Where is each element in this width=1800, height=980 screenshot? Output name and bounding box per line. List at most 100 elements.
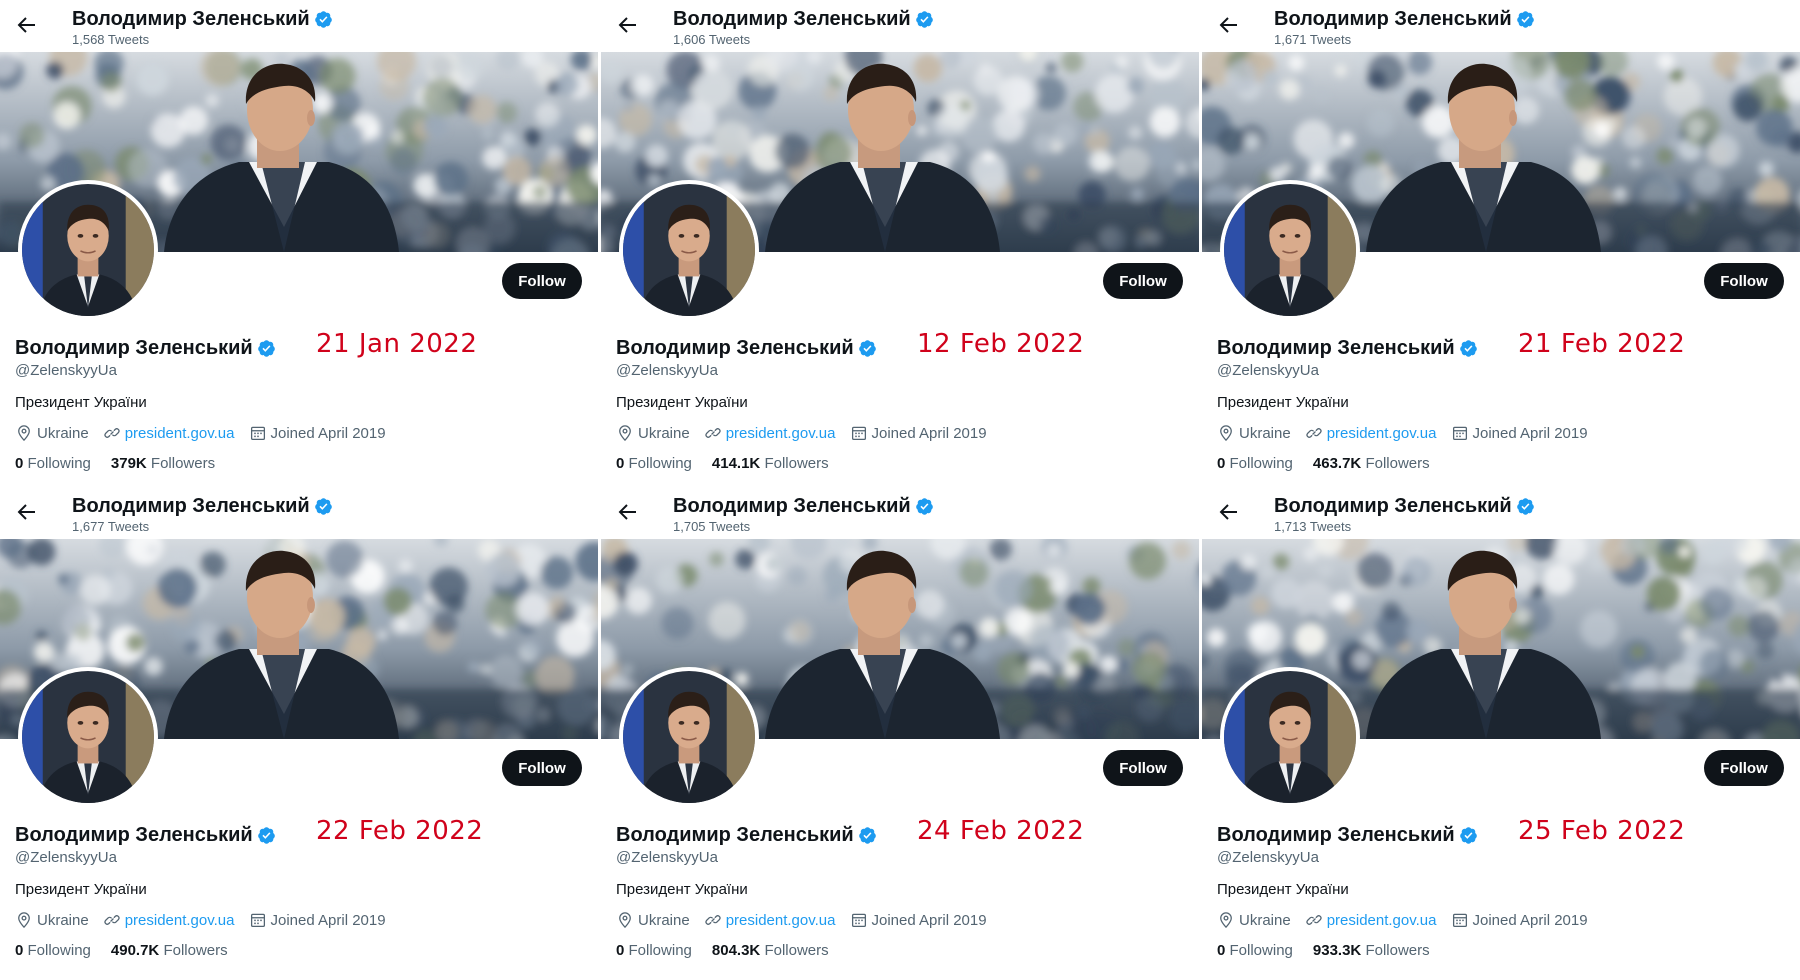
profile-panel-1: Володимир Зеленський 1,568 Tweets Follow… bbox=[0, 0, 598, 480]
tweet-count: 1,705 Tweets bbox=[673, 519, 751, 534]
date-annotation: 21 Jan 2022 bbox=[316, 329, 478, 359]
followers-count: 933.3K bbox=[1312, 942, 1362, 959]
header-name-text: Володимир Зеленський bbox=[673, 495, 911, 517]
follow-button[interactable]: Follow bbox=[1704, 750, 1784, 786]
verified-badge-icon bbox=[1459, 826, 1478, 845]
header-name: Володимир Зеленський bbox=[1274, 8, 1535, 31]
website-item[interactable]: president.gov.ua bbox=[1305, 424, 1437, 442]
following-label: Following bbox=[27, 942, 91, 959]
follow-button[interactable]: Follow bbox=[1103, 263, 1183, 299]
joined-text: Joined April 2019 bbox=[270, 424, 386, 442]
following-stat[interactable]: 0 Following bbox=[15, 455, 91, 472]
website-item[interactable]: president.gov.ua bbox=[704, 424, 836, 442]
profile-name-text: Володимир Зеленський bbox=[15, 337, 253, 359]
profile-bio: Президент України bbox=[616, 394, 748, 411]
profile-meta: Ukraine president.gov.ua Joined April 20… bbox=[15, 424, 400, 442]
verified-badge-icon bbox=[1516, 10, 1535, 29]
header-name: Володимир Зеленський bbox=[72, 495, 333, 518]
avatar[interactable] bbox=[18, 180, 158, 320]
followers-stat[interactable]: 804.3K Followers bbox=[712, 942, 829, 959]
website-link[interactable]: president.gov.ua bbox=[726, 912, 836, 929]
followers-stat[interactable]: 414.1K Followers bbox=[712, 455, 829, 472]
website-link[interactable]: president.gov.ua bbox=[1327, 425, 1437, 442]
avatar[interactable] bbox=[1220, 667, 1360, 807]
following-label: Following bbox=[1229, 455, 1293, 472]
avatar[interactable] bbox=[619, 667, 759, 807]
joined-item: Joined April 2019 bbox=[249, 424, 386, 442]
back-arrow-icon[interactable] bbox=[1216, 500, 1240, 524]
website-link[interactable]: president.gov.ua bbox=[125, 912, 235, 929]
following-stat[interactable]: 0 Following bbox=[1217, 942, 1293, 959]
calendar-icon bbox=[850, 911, 868, 929]
calendar-icon bbox=[1451, 424, 1469, 442]
follow-button[interactable]: Follow bbox=[1704, 263, 1784, 299]
following-label: Following bbox=[628, 455, 692, 472]
following-stat[interactable]: 0 Following bbox=[616, 942, 692, 959]
profile-handle: @ZelenskyyUa bbox=[616, 849, 718, 866]
back-arrow-icon[interactable] bbox=[14, 13, 38, 37]
profile-name: Володимир Зеленський bbox=[15, 337, 276, 360]
followers-count: 463.7K bbox=[1312, 455, 1362, 472]
location-item: Ukraine bbox=[15, 911, 89, 929]
website-item[interactable]: president.gov.ua bbox=[103, 424, 235, 442]
verified-badge-icon bbox=[257, 826, 276, 845]
profile-handle: @ZelenskyyUa bbox=[1217, 362, 1319, 379]
following-stat[interactable]: 0 Following bbox=[616, 455, 692, 472]
profile-meta: Ukraine president.gov.ua Joined April 20… bbox=[15, 911, 400, 929]
followers-stat[interactable]: 379K Followers bbox=[111, 455, 215, 472]
location-text: Ukraine bbox=[638, 424, 690, 442]
profile-panel-4: Володимир Зеленський 1,677 Tweets Follow… bbox=[0, 487, 598, 967]
followers-count: 490.7K bbox=[110, 942, 160, 959]
website-link[interactable]: president.gov.ua bbox=[125, 425, 235, 442]
website-link[interactable]: president.gov.ua bbox=[726, 425, 836, 442]
website-item[interactable]: president.gov.ua bbox=[1305, 911, 1437, 929]
verified-badge-icon bbox=[858, 339, 877, 358]
follow-button[interactable]: Follow bbox=[1103, 750, 1183, 786]
followers-stat[interactable]: 490.7K Followers bbox=[111, 942, 228, 959]
followers-stat[interactable]: 463.7K Followers bbox=[1313, 455, 1430, 472]
joined-text: Joined April 2019 bbox=[1472, 911, 1588, 929]
joined-item: Joined April 2019 bbox=[1451, 911, 1588, 929]
back-arrow-icon[interactable] bbox=[615, 13, 639, 37]
back-arrow-icon[interactable] bbox=[1216, 13, 1240, 37]
header-name: Володимир Зеленський bbox=[1274, 495, 1535, 518]
following-stat[interactable]: 0 Following bbox=[15, 942, 91, 959]
profile-panel-2: Володимир Зеленський 1,606 Tweets Follow… bbox=[601, 0, 1199, 480]
profile-name: Володимир Зеленський bbox=[1217, 337, 1478, 360]
location-pin-icon bbox=[616, 424, 634, 442]
following-count: 0 bbox=[1217, 455, 1226, 472]
profile-meta: Ukraine president.gov.ua Joined April 20… bbox=[616, 424, 1001, 442]
follow-button[interactable]: Follow bbox=[502, 263, 582, 299]
verified-badge-icon bbox=[915, 497, 934, 516]
website-link[interactable]: president.gov.ua bbox=[1327, 912, 1437, 929]
location-text: Ukraine bbox=[1239, 911, 1291, 929]
header-name: Володимир Зеленський bbox=[673, 8, 934, 31]
tweet-count: 1,713 Tweets bbox=[1274, 519, 1352, 534]
avatar[interactable] bbox=[619, 180, 759, 320]
website-item[interactable]: president.gov.ua bbox=[103, 911, 235, 929]
link-icon bbox=[704, 911, 722, 929]
back-arrow-icon[interactable] bbox=[14, 500, 38, 524]
avatar[interactable] bbox=[18, 667, 158, 807]
website-item[interactable]: president.gov.ua bbox=[704, 911, 836, 929]
location-item: Ukraine bbox=[1217, 424, 1291, 442]
follow-stats: 0 Following 463.7K Followers bbox=[1217, 455, 1450, 472]
followers-stat[interactable]: 933.3K Followers bbox=[1313, 942, 1430, 959]
follow-button[interactable]: Follow bbox=[502, 750, 582, 786]
joined-item: Joined April 2019 bbox=[850, 911, 987, 929]
location-pin-icon bbox=[15, 911, 33, 929]
profile-bio: Президент України bbox=[15, 881, 147, 898]
follow-stats: 0 Following 379K Followers bbox=[15, 455, 235, 472]
avatar[interactable] bbox=[1220, 180, 1360, 320]
header-name: Володимир Зеленський bbox=[72, 8, 333, 31]
following-stat[interactable]: 0 Following bbox=[1217, 455, 1293, 472]
verified-badge-icon bbox=[314, 10, 333, 29]
tweet-count: 1,677 Tweets bbox=[72, 519, 150, 534]
profile-name: Володимир Зеленський bbox=[1217, 824, 1478, 847]
back-arrow-icon[interactable] bbox=[615, 500, 639, 524]
location-pin-icon bbox=[1217, 424, 1235, 442]
following-count: 0 bbox=[1217, 942, 1226, 959]
followers-count: 804.3K bbox=[711, 942, 761, 959]
top-bar: Володимир Зеленський 1,671 Tweets bbox=[1202, 0, 1800, 52]
profile-name: Володимир Зеленський bbox=[15, 824, 276, 847]
